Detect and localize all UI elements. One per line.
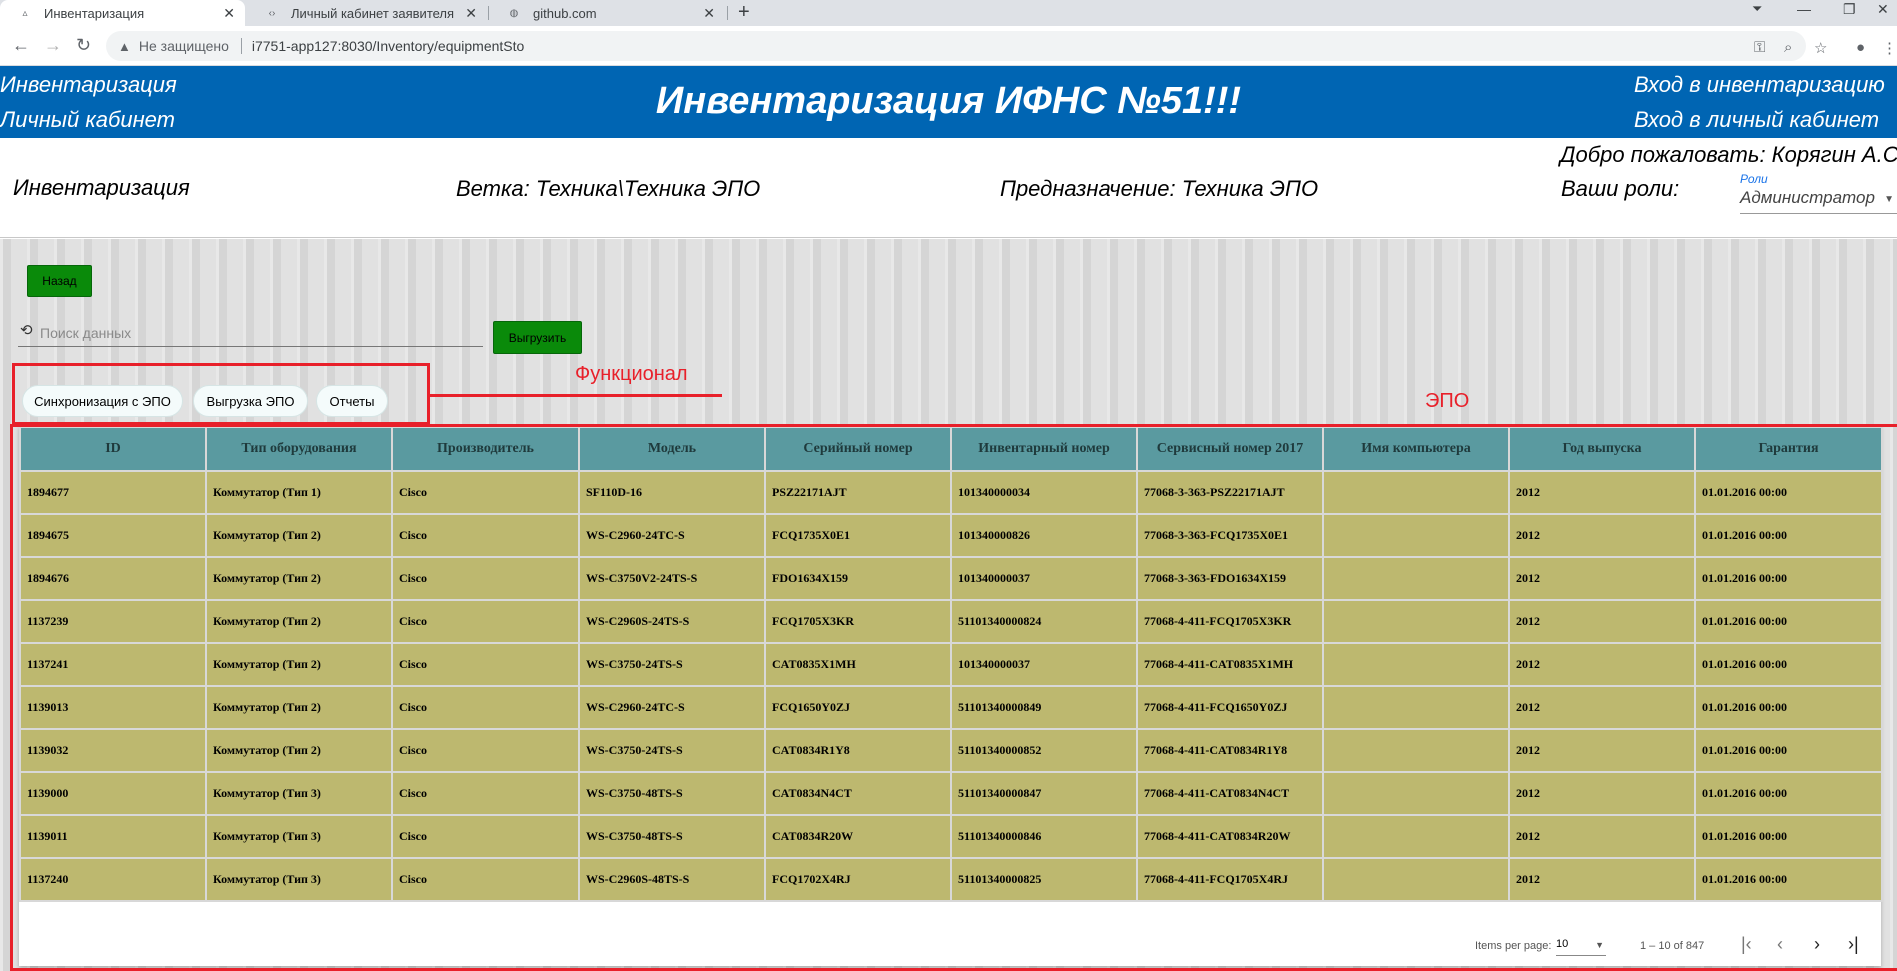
key-icon[interactable]: ⚿ bbox=[1754, 39, 1765, 56]
roles-select[interactable]: Администратор ▼ bbox=[1740, 188, 1897, 214]
login-cabinet-link[interactable]: Вход в личный кабинет bbox=[1634, 107, 1879, 133]
zoom-icon[interactable]: ⌕ bbox=[1784, 39, 1792, 56]
page-title: Инвентаризация ИФНС №51!!! bbox=[655, 80, 1242, 122]
new-tab-icon[interactable]: + bbox=[738, 1, 750, 24]
tab-title: Инвентаризация bbox=[44, 5, 145, 21]
close-icon[interactable]: ✕ bbox=[223, 5, 235, 22]
restore-icon[interactable]: ❐ bbox=[1843, 1, 1856, 18]
close-icon[interactable]: ✕ bbox=[465, 5, 477, 22]
purpose-text: Предназначение: Техника ЭПО bbox=[1000, 176, 1319, 201]
close-icon[interactable]: ✕ bbox=[703, 5, 715, 22]
address-bar: ← → ↻ ▲ Не защищено i7751-app127:8030/In… bbox=[0, 26, 1897, 66]
roles-field-label: Роли bbox=[1740, 172, 1768, 186]
profile-avatar-icon[interactable]: ● bbox=[1856, 39, 1865, 56]
tab-title: Личный кабинет заявителя bbox=[291, 5, 455, 21]
section-title: Инвентаризация bbox=[13, 175, 190, 200]
app-header: Инвентаризация Личный кабинет Инвентариз… bbox=[0, 66, 1897, 138]
info-bar: Инвентаризация Ветка: Техника\Техника ЭП… bbox=[0, 138, 1897, 238]
branch-text: Ветка: Техника\Техника ЭПО bbox=[456, 176, 761, 201]
app-favicon-icon: ▵ bbox=[22, 7, 28, 19]
search-field: ⟲ bbox=[18, 321, 483, 347]
close-window-icon[interactable]: ✕ bbox=[1877, 1, 1889, 18]
globe-icon: ◍ bbox=[509, 7, 519, 19]
browser-tab-strip: ▵ Инвентаризация ✕ ‹› Личный кабинет зая… bbox=[0, 0, 1897, 26]
annotation-functional-label: Функционал bbox=[575, 363, 688, 385]
login-inventory-link[interactable]: Вход в инвентаризацию bbox=[1634, 72, 1885, 98]
reload-icon[interactable]: ↻ bbox=[76, 36, 91, 54]
warning-icon: ▲ bbox=[118, 38, 131, 54]
tab-search-icon[interactable]: ⏷ bbox=[1752, 1, 1762, 17]
omnibox[interactable]: ▲ Не защищено i7751-app127:8030/Inventor… bbox=[106, 31, 1806, 61]
page-favicon-icon: ‹› bbox=[268, 7, 276, 19]
tab-title: github.com bbox=[533, 5, 597, 21]
browser-tab-cabinet[interactable]: ‹› Личный кабинет заявителя ✕ bbox=[247, 0, 487, 26]
browser-tab-inventory[interactable]: ▵ Инвентаризация ✕ bbox=[0, 0, 245, 26]
annotation-epo-label: ЭПО bbox=[1425, 390, 1470, 412]
roles-prefix: Ваши роли: bbox=[1561, 176, 1680, 201]
tab-divider bbox=[727, 6, 728, 20]
roles-selected-value: Администратор bbox=[1740, 188, 1875, 207]
main-content: Назад ⟲ Выгрузить Синхронизация с ЭПО Вы… bbox=[0, 239, 1897, 971]
url-text[interactable]: i7751-app127:8030/Inventory/equipmentSto bbox=[252, 38, 524, 54]
back-button[interactable]: Назад bbox=[27, 265, 92, 297]
bookmark-star-icon[interactable]: ☆ bbox=[1814, 39, 1827, 57]
annotation-epo-box bbox=[10, 424, 1897, 971]
dropdown-arrow-icon: ▼ bbox=[1884, 194, 1894, 205]
annotation-functional-box bbox=[12, 363, 430, 425]
minimize-icon[interactable]: — bbox=[1797, 1, 1811, 17]
export-button[interactable]: Выгрузить bbox=[493, 321, 582, 354]
security-label: Не защищено bbox=[138, 38, 229, 54]
divider bbox=[240, 38, 242, 54]
browser-tab-github[interactable]: ◍ github.com ✕ bbox=[489, 0, 725, 26]
welcome-text: Добро пожаловать: Корягин А.С bbox=[1560, 142, 1897, 167]
forward-arrow-icon[interactable]: → bbox=[44, 36, 62, 54]
annotation-connector bbox=[430, 394, 722, 397]
search-input[interactable] bbox=[40, 323, 480, 343]
menu-icon[interactable]: ⋮ bbox=[1882, 39, 1897, 57]
back-arrow-icon[interactable]: ← bbox=[12, 36, 30, 54]
search-icon: ⟲ bbox=[20, 322, 33, 339]
